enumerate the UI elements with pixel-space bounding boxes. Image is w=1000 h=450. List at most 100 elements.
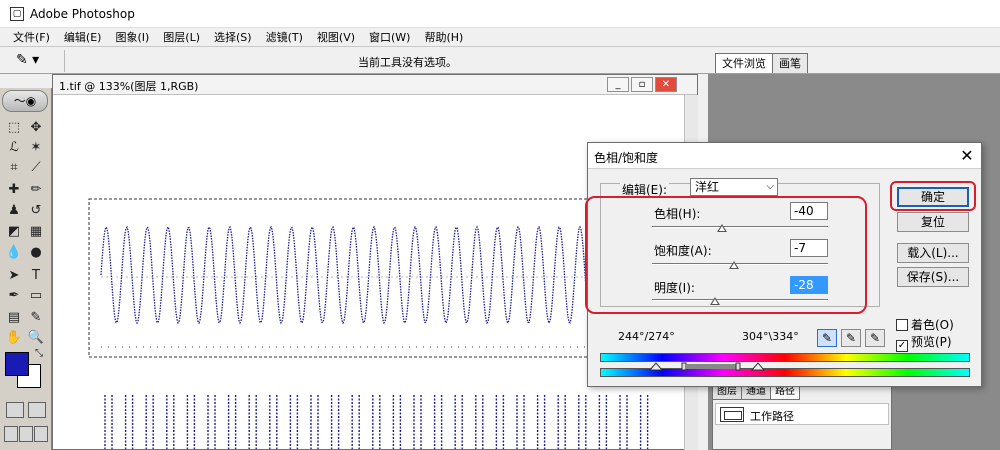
edit-label: 编辑(E): bbox=[620, 181, 669, 198]
tab-paths[interactable]: 路径 bbox=[771, 385, 800, 400]
menu-layer[interactable]: 图层(L) bbox=[156, 29, 207, 45]
colorize-label: 着色(O) bbox=[911, 318, 954, 332]
menu-bar: 文件(F) 编辑(E) 图象(I) 图层(L) 选择(S) 滤镜(T) 视图(V… bbox=[0, 28, 1000, 46]
path-name: 工作路径 bbox=[750, 410, 794, 423]
saturation-label: 饱和度(A): bbox=[654, 244, 712, 258]
range-right-falloff-handle bbox=[750, 362, 766, 371]
hand-tool-icon[interactable]: ✋ bbox=[4, 328, 24, 347]
edit-channel-value: 洋红 bbox=[695, 180, 720, 194]
lightness-input[interactable]: -28 bbox=[790, 276, 828, 294]
marquee-tool-icon[interactable]: ⬚ bbox=[4, 118, 24, 137]
menu-image[interactable]: 图象(I) bbox=[108, 29, 156, 45]
hue-input[interactable]: -40 bbox=[790, 202, 828, 220]
slice-tool-icon[interactable]: ⟋ bbox=[26, 158, 46, 177]
shape-tool-icon[interactable]: ▭ bbox=[26, 286, 46, 305]
healing-brush-tool-icon[interactable]: ✚ bbox=[4, 180, 24, 199]
load-button[interactable]: 载入(L)... bbox=[897, 243, 969, 263]
eraser-tool-icon[interactable]: ◩ bbox=[4, 222, 24, 241]
magic-wand-tool-icon[interactable]: ✶ bbox=[26, 138, 46, 157]
dialog-title-bar: 色相/饱和度 ✕ bbox=[588, 143, 981, 169]
range-left-value: 244°/274° bbox=[618, 330, 675, 343]
lightness-label: 明度(I): bbox=[654, 281, 695, 295]
document-minimize-button[interactable]: _ bbox=[607, 77, 629, 92]
colorize-checkbox-box[interactable] bbox=[896, 319, 908, 331]
type-tool-icon[interactable]: T bbox=[26, 266, 46, 285]
screen-mode-standard-icon[interactable] bbox=[4, 426, 18, 442]
zoom-tool-icon[interactable]: 🔍 bbox=[26, 328, 46, 347]
waveform-trace bbox=[100, 225, 642, 325]
brush-tool-icon[interactable]: ✏ bbox=[26, 180, 46, 199]
layers-panel: 图层 通道 路径 工作路径 bbox=[712, 384, 892, 450]
lasso-tool-icon[interactable]: ℒ bbox=[4, 138, 24, 157]
range-right-value: 304°\334° bbox=[742, 330, 799, 343]
feather-logo-icon[interactable]: 〜◉ bbox=[2, 90, 48, 112]
crop-tool-icon[interactable]: ⌗ bbox=[4, 158, 24, 177]
lightness-slider-thumb[interactable] bbox=[710, 297, 721, 305]
eyedropper-icon[interactable]: ✎ bbox=[817, 329, 837, 347]
toolbox: 〜◉ ⬚ ✥ ℒ ✶ ⌗ ⟋ ✚ ✏ ♟ ↺ ◩ ▦ 💧 ● ➤ T ✒ ▭ ▤… bbox=[0, 88, 52, 450]
clone-stamp-tool-icon[interactable]: ♟ bbox=[4, 201, 24, 220]
save-button[interactable]: 保存(S)... bbox=[897, 267, 969, 287]
hue-slider-thumb[interactable] bbox=[717, 224, 728, 232]
screen-mode-menu-icon[interactable] bbox=[19, 426, 33, 442]
hue-slider-track[interactable] bbox=[652, 226, 828, 228]
lightness-slider-track[interactable] bbox=[652, 299, 828, 301]
app-title-bar: ▢ Adobe Photoshop bbox=[0, 0, 1000, 28]
document-title-bar: 1.tif @ 133%(图层 1,RGB) _ ▫ ✕ bbox=[53, 75, 697, 95]
tab-brushes[interactable]: 画笔 bbox=[772, 53, 808, 73]
path-thumbnail bbox=[720, 407, 744, 422]
eyedropper-tool-icon[interactable]: ✎ bbox=[26, 308, 46, 327]
eyedropper-icon[interactable]: ✎ ▾ bbox=[16, 52, 56, 70]
menu-filter[interactable]: 滤镜(T) bbox=[259, 29, 310, 45]
history-brush-tool-icon[interactable]: ↺ bbox=[26, 201, 46, 220]
edit-channel-select[interactable]: 洋红 ⌵ bbox=[690, 178, 778, 196]
palette-well-tabs: 文件浏览 画笔 bbox=[715, 53, 808, 73]
reset-button[interactable]: 复位 bbox=[897, 212, 969, 232]
preview-checkbox-box[interactable]: ✓ bbox=[896, 340, 908, 352]
preview-label: 预览(P) bbox=[911, 335, 952, 349]
menu-help[interactable]: 帮助(H) bbox=[417, 29, 470, 45]
eyedropper-minus-icon[interactable]: ✎ bbox=[865, 329, 885, 347]
lower-waveform-traces bbox=[104, 395, 649, 449]
tab-file-browser[interactable]: 文件浏览 bbox=[715, 53, 773, 73]
colorize-checkbox[interactable]: 着色(O) bbox=[896, 316, 954, 333]
document-maximize-button[interactable]: ▫ bbox=[631, 77, 653, 92]
dodge-tool-icon[interactable]: ● bbox=[26, 243, 46, 262]
standard-mode-icon[interactable] bbox=[6, 402, 24, 418]
photoshop-app-icon: ▢ bbox=[10, 6, 24, 21]
document-close-button[interactable]: ✕ bbox=[655, 77, 677, 92]
pen-tool-icon[interactable]: ✒ bbox=[4, 286, 24, 305]
options-message: 当前工具没有选项。 bbox=[358, 56, 457, 69]
path-select-tool-icon[interactable]: ➤ bbox=[4, 266, 24, 285]
tab-channels[interactable]: 通道 bbox=[742, 385, 771, 400]
preview-checkbox[interactable]: ✓ 预览(P) bbox=[896, 333, 952, 352]
chevron-down-icon: ⌵ bbox=[766, 181, 774, 192]
close-icon[interactable]: ✕ bbox=[958, 147, 976, 165]
menu-select[interactable]: 选择(S) bbox=[207, 29, 259, 45]
dialog-title: 色相/饱和度 bbox=[594, 151, 659, 165]
saturation-input[interactable]: -7 bbox=[790, 239, 828, 257]
menu-view[interactable]: 视图(V) bbox=[310, 29, 362, 45]
options-bar: ✎ ▾ 当前工具没有选项。 bbox=[0, 46, 1000, 74]
swap-colors-icon[interactable]: ⤡ bbox=[32, 348, 46, 360]
menu-edit[interactable]: 编辑(E) bbox=[57, 29, 109, 45]
gradient-tool-icon[interactable]: ▦ bbox=[26, 222, 46, 241]
work-path-row[interactable]: 工作路径 bbox=[715, 403, 889, 425]
tab-layers[interactable]: 图层 bbox=[713, 385, 742, 400]
saturation-slider-thumb[interactable] bbox=[728, 261, 739, 269]
quick-mask-mode-icon[interactable] bbox=[28, 402, 46, 418]
ok-button[interactable]: 确定 bbox=[897, 187, 969, 207]
range-left-falloff-handle bbox=[648, 362, 664, 371]
foreground-color-swatch[interactable] bbox=[5, 352, 29, 376]
notes-tool-icon[interactable]: ▤ bbox=[4, 308, 24, 327]
screen-mode-full-icon[interactable] bbox=[34, 426, 48, 442]
adjustment-group bbox=[600, 183, 880, 307]
saturation-slider-track[interactable] bbox=[652, 263, 828, 265]
eyedropper-plus-icon[interactable]: ✎ bbox=[841, 329, 861, 347]
blur-tool-icon[interactable]: 💧 bbox=[4, 243, 24, 262]
move-tool-icon[interactable]: ✥ bbox=[26, 118, 46, 137]
menu-file[interactable]: 文件(F) bbox=[6, 29, 57, 45]
menu-window[interactable]: 窗口(W) bbox=[362, 29, 417, 45]
range-slider[interactable] bbox=[648, 361, 788, 371]
layers-panel-tabs: 图层 通道 路径 bbox=[713, 385, 891, 400]
